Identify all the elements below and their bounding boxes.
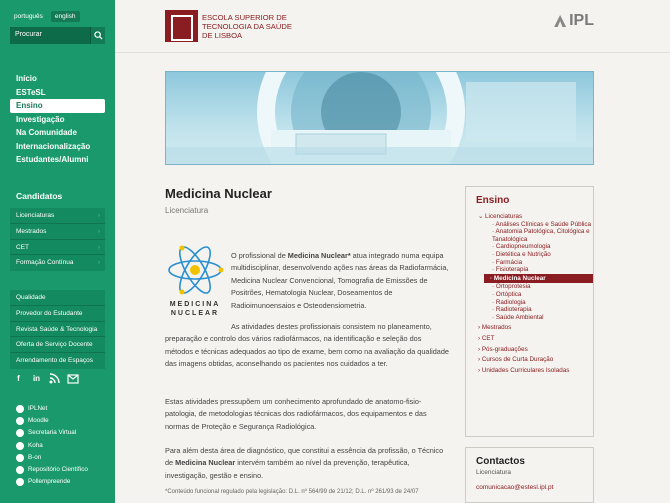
newsletter-icon[interactable]	[66, 372, 79, 385]
page-title: Medicina Nuclear	[165, 186, 272, 201]
tree-item[interactable]: · Anatomia Patológica, Citológica e Tana…	[478, 228, 593, 243]
moodle-icon	[16, 417, 24, 426]
search-box: Procurar	[10, 27, 105, 44]
medicina-nuclear-logo: MEDICINA NUCLEAR	[165, 245, 225, 325]
secretaria-icon	[16, 429, 24, 438]
paragraph-conhecimento: Estas atividades pressupõem um conhecime…	[165, 397, 427, 431]
tree-posgraduacoes[interactable]: › Pós-graduações	[478, 346, 593, 354]
candidatos-mestrados[interactable]: Mestrados	[10, 224, 105, 240]
candidatos-formacao[interactable]: Formação Contínua	[10, 255, 105, 271]
ipl-mark-icon	[554, 15, 567, 27]
tree-item[interactable]: · Radiologia	[478, 299, 593, 307]
nav-investigacao[interactable]: Investigação	[10, 113, 105, 127]
contactos-panel: Contactos Licenciatura comunicacao@estes…	[465, 447, 594, 503]
candidatos-title: Candidatos	[16, 191, 63, 201]
link-revista[interactable]: Revista Saúde & Tecnologia	[10, 322, 105, 338]
nav-comunidade[interactable]: Na Comunidade	[10, 126, 105, 140]
tree-item[interactable]: · Cardiopneumologia	[478, 243, 593, 251]
tree-cet[interactable]: › CET	[478, 335, 593, 343]
tree-item[interactable]: · Farmácia	[478, 259, 593, 267]
ensino-title: Ensino	[476, 195, 510, 206]
atom-icon	[168, 245, 224, 295]
search-button[interactable]	[90, 27, 105, 44]
koha-icon	[16, 441, 24, 450]
candidatos-licenciaturas[interactable]: Licenciaturas	[10, 208, 105, 224]
nav-estudantes[interactable]: Estudantes/Alumni	[10, 153, 105, 167]
sidebar: português english Procurar Início ESTeSL…	[0, 0, 115, 503]
lang-pt[interactable]: português	[10, 11, 47, 22]
ensino-panel: Ensino ⌄ Licenciaturas · Análises Clínic…	[465, 186, 594, 437]
paragraph-intro: O profissional de Medicina Nuclear* atua…	[231, 251, 449, 310]
link-qualidade[interactable]: Qualidade	[10, 290, 105, 306]
service-iplnet[interactable]: IPLNet	[16, 403, 88, 415]
link-provedor[interactable]: Provedor do Estudante	[10, 306, 105, 322]
tree-item[interactable]: · Radioterapia	[478, 306, 593, 314]
tree-item[interactable]: · Fisioterapia	[478, 266, 593, 274]
school-name: Escola Superior de Tecnologia da Saúde d…	[202, 12, 292, 40]
service-moodle[interactable]: Moodle	[16, 415, 88, 427]
tree-item[interactable]: · Ortoprotesia	[478, 283, 593, 291]
contactos-subtitle: Licenciatura	[476, 469, 512, 476]
language-switcher: português english	[10, 11, 80, 22]
link-oferta[interactable]: Oferta de Serviço Docente	[10, 337, 105, 354]
contactos-title: Contactos	[476, 456, 525, 467]
school-logo[interactable]: Escola Superior de Tecnologia da Saúde d…	[165, 10, 292, 42]
lang-en[interactable]: english	[50, 11, 80, 22]
main-nav: Início ESTeSL Ensino Investigação Na Com…	[10, 72, 105, 167]
nav-inicio[interactable]: Início	[10, 72, 105, 86]
ensino-tree: ⌄ Licenciaturas · Análises Clínicas e Sa…	[478, 213, 593, 374]
banner-image	[165, 71, 594, 165]
tree-item-selected[interactable]: · Medicina Nuclear	[484, 273, 593, 284]
contactos-email-link[interactable]: comunicacao@estesl.ipl.pt	[476, 484, 583, 491]
tree-unidades[interactable]: › Unidades Curriculares Isoladas	[478, 367, 593, 375]
paragraph-atividades: As atividades destes profissionais consi…	[165, 322, 449, 369]
search-input[interactable]: Procurar	[10, 27, 90, 44]
iplnet-icon	[16, 405, 24, 414]
tree-item[interactable]: · Dietética e Nutrição	[478, 251, 593, 259]
links-menu: Qualidade Provedor do Estudante Revista …	[10, 290, 105, 369]
link-arrendamento[interactable]: Arrendamento de Espaços	[10, 353, 105, 369]
nav-ensino[interactable]: Ensino	[10, 99, 105, 113]
repositorio-icon	[16, 466, 24, 475]
tree-licenciaturas[interactable]: ⌄ Licenciaturas	[478, 213, 593, 221]
service-secretaria[interactable]: Secretaria Virtual	[16, 427, 88, 439]
tree-item[interactable]: · Saúde Ambiental	[478, 314, 593, 322]
tree-cursos[interactable]: › Cursos de Curta Duração	[478, 356, 593, 364]
tree-mestrados[interactable]: › Mestrados	[478, 324, 593, 332]
header-divider	[115, 52, 670, 53]
service-pollempreende[interactable]: Pollempreende	[16, 476, 88, 488]
service-koha[interactable]: Koha	[16, 440, 88, 452]
pollempreende-icon	[16, 478, 24, 487]
tree-item[interactable]: · Análises Clínicas e Saúde Pública	[478, 221, 593, 229]
tree-item[interactable]: · Ortóptica	[478, 291, 593, 299]
services-list: IPLNet Moodle Secretaria Virtual Koha B-…	[16, 403, 88, 488]
paragraph-diagnostico: Para além desta área de diagnóstico, que…	[165, 446, 444, 480]
social-links: f in	[12, 372, 79, 385]
linkedin-icon[interactable]: in	[30, 372, 43, 385]
legal-note: *Conteúdo funcional regulado pela legisl…	[165, 489, 419, 495]
candidatos-cet[interactable]: CET	[10, 240, 105, 256]
candidatos-menu: Licenciaturas Mestrados CET Formação Con…	[10, 208, 105, 272]
estesl-logo-icon	[165, 10, 198, 42]
service-bon[interactable]: B-on	[16, 452, 88, 464]
nav-internacionalizacao[interactable]: Internacionalização	[10, 140, 105, 154]
ipl-logo[interactable]: IPL	[554, 12, 594, 30]
facebook-icon[interactable]: f	[12, 372, 25, 385]
service-repositorio[interactable]: Repositório Científico	[16, 464, 88, 476]
rss-icon[interactable]	[48, 372, 61, 385]
page-subtitle: Licenciatura	[165, 206, 209, 215]
nav-estesl[interactable]: ESTeSL	[10, 86, 105, 100]
search-icon	[93, 31, 103, 40]
bon-icon	[16, 453, 24, 462]
